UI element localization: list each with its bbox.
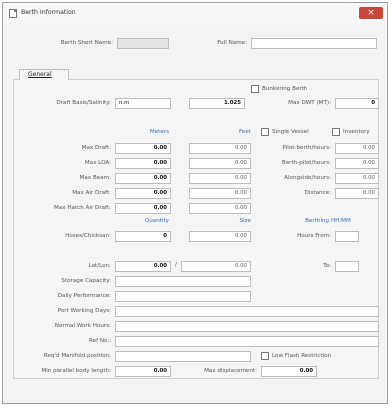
bunkering-berth-checkbox[interactable]	[251, 85, 259, 93]
bunkering-berth-label: Bunkering Berth	[262, 86, 308, 92]
max-beam-meters-input[interactable]: 0.00	[115, 173, 171, 184]
max-hatch-air-draft-meters-input[interactable]: 0.00	[115, 203, 171, 214]
full-name-input[interactable]	[251, 38, 377, 49]
alongside-input[interactable]: 0.00	[335, 173, 379, 184]
hours-from-input[interactable]	[335, 231, 359, 242]
hoses-quantity-input[interactable]: 0	[115, 231, 171, 242]
pilot-berth-input[interactable]: 0.00	[335, 143, 379, 154]
max-loa-meters-input[interactable]: 0.00	[115, 158, 171, 169]
max-air-draft-label: Max Air Draft:	[72, 190, 111, 196]
latitude-input[interactable]: 0.00	[115, 261, 171, 272]
single-vessel-checkbox[interactable]	[261, 128, 269, 136]
normal-work-hours-input[interactable]	[115, 321, 379, 332]
max-draft-feet-input[interactable]: 0.00	[189, 143, 251, 154]
single-vessel-label: Single Vessel	[272, 129, 309, 135]
parallel-body-input[interactable]: 0.00	[115, 366, 171, 377]
max-hatch-air-draft-label: Max Hatch Air Draft:	[53, 205, 111, 211]
document-icon	[9, 9, 17, 18]
port-working-days-input[interactable]	[115, 306, 379, 317]
to-label: To:	[323, 263, 331, 269]
berth-short-name-label: Berth Short Name:	[60, 40, 113, 46]
alongside-label: Alongside/hours:	[284, 175, 331, 181]
manifold-position-label: Req'd Manifold position:	[43, 353, 111, 359]
draft-basis-label: Draft Basis/Salinity:	[56, 100, 111, 106]
max-air-draft-feet-input[interactable]: 0.00	[189, 188, 251, 199]
max-loa-feet-input[interactable]: 0.00	[189, 158, 251, 169]
draft-basis-select[interactable]: n.m	[115, 98, 171, 109]
max-displacement-input[interactable]: 0.00	[261, 366, 317, 377]
manifold-position-input[interactable]	[115, 351, 251, 362]
ref-no-label: Ref No.:	[89, 338, 111, 344]
max-beam-label: Max Beam:	[79, 175, 111, 181]
low-flash-checkbox[interactable]	[261, 352, 269, 360]
daily-performance-input[interactable]	[115, 291, 251, 302]
low-flash-label: Low Flash Restriction	[272, 353, 332, 359]
inventory-label: Inventory	[343, 129, 370, 135]
berth-pilot-label: Berth-pilot/hours:	[281, 160, 331, 166]
max-dwt-input[interactable]: 0	[335, 98, 379, 109]
latlon-label: Lat/Lon:	[88, 263, 112, 269]
ref-no-input[interactable]	[115, 336, 379, 347]
salinity-input[interactable]: 1.025	[189, 98, 245, 109]
title-bar: Berth Information ×	[3, 3, 387, 23]
port-working-days-label: Port Working Days:	[57, 308, 111, 314]
full-name-label: Full Name:	[217, 40, 247, 46]
hours-from-label: Hours From:	[297, 233, 331, 239]
longitude-input[interactable]: 0.00	[181, 261, 251, 272]
berth-information-window: Berth Information × Berth Short Name: Fu…	[2, 2, 388, 404]
max-beam-feet-input[interactable]: 0.00	[189, 173, 251, 184]
inventory-checkbox[interactable]	[332, 128, 340, 136]
max-hatch-air-draft-feet-input[interactable]: 0.00	[189, 203, 251, 214]
max-displacement-label: Max displacement:	[204, 368, 257, 374]
distance-label: Distance:	[304, 190, 331, 196]
window-title: Berth Information	[21, 9, 76, 16]
pilot-berth-label: Pilot-berth/hours:	[282, 145, 331, 151]
max-dwt-label: Max DWT (MT):	[288, 100, 331, 106]
general-panel	[13, 79, 379, 379]
hoses-size-input[interactable]: 0.00	[189, 231, 251, 242]
max-air-draft-meters-input[interactable]: 0.00	[115, 188, 171, 199]
daily-performance-label: Daily Performance:	[57, 293, 111, 299]
storage-capacity-input[interactable]	[115, 276, 251, 287]
to-input[interactable]	[335, 261, 359, 272]
berthing-header: Berthing HH:MM	[305, 218, 351, 224]
parallel-body-label: Min parallel body length:	[41, 368, 111, 374]
close-button[interactable]: ×	[359, 7, 383, 19]
storage-capacity-label: Storage Capacity:	[61, 278, 111, 284]
feet-header: Feet	[239, 129, 251, 135]
distance-input[interactable]: 0.00	[335, 188, 379, 199]
size-header: Size	[239, 218, 251, 224]
latlon-separator: /	[175, 262, 177, 268]
berth-pilot-input[interactable]: 0.00	[335, 158, 379, 169]
berth-short-name-input[interactable]	[117, 38, 169, 49]
max-draft-label: Max Draft:	[81, 145, 111, 151]
tab-general[interactable]: General	[19, 69, 69, 80]
hoses-label: Hoses/Chicksan:	[65, 233, 111, 239]
normal-work-hours-label: Normal Work Hours:	[54, 323, 111, 329]
quantity-header: Quantity	[144, 218, 169, 224]
meters-header: Meters	[149, 129, 169, 135]
max-loa-label: Max LOA:	[84, 160, 111, 166]
max-draft-meters-input[interactable]: 0.00	[115, 143, 171, 154]
